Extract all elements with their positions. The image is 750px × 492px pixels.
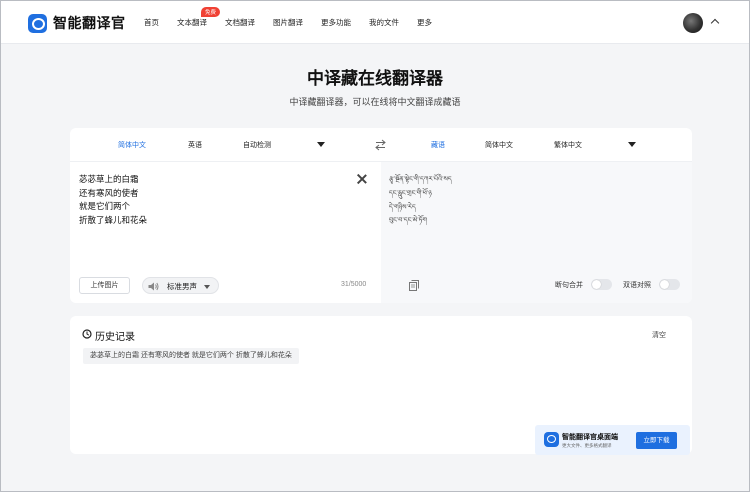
- history-title: 历史记录: [95, 332, 135, 343]
- nav-item-text-translate[interactable]: 文本翻译 免费: [177, 7, 221, 28]
- target-lang-simplified-chinese[interactable]: 简体中文: [485, 140, 513, 150]
- source-lang-english[interactable]: 英语: [188, 140, 202, 150]
- voice-selector[interactable]: 标准男声: [142, 277, 219, 294]
- target-lang-dropdown-icon[interactable]: [628, 142, 636, 147]
- swap-languages-icon[interactable]: [375, 139, 386, 151]
- nav-item-more[interactable]: 更多: [417, 17, 432, 28]
- promo-subtitle: 更大文件、更多格式翻译: [562, 443, 612, 448]
- source-pane: 苾苾草上的白霜 还有寒风的使者 就是它们两个 折散了蜂儿和花朵 上传图片 标准男…: [70, 162, 381, 303]
- history-icon: [82, 329, 92, 339]
- source-text-line: 苾苾草上的白霜: [79, 174, 139, 184]
- desktop-app-promo: 智能翻译官桌面端 更大文件、更多格式翻译 立即下载: [535, 425, 690, 455]
- nav-item-more-features[interactable]: 更多功能: [321, 17, 351, 28]
- nav-item-doc-translate[interactable]: 文档翻译: [225, 17, 255, 28]
- page-title: 中译藏在线翻译器: [307, 69, 443, 88]
- nav-item-text-translate-label: 文本翻译: [177, 18, 207, 27]
- copy-icon[interactable]: [409, 280, 419, 291]
- source-text-line: 就是它们两个: [79, 201, 131, 211]
- bilingual-toggle[interactable]: [659, 279, 680, 290]
- clear-text-icon[interactable]: [357, 174, 367, 184]
- avatar[interactable]: [683, 13, 703, 33]
- upload-image-button[interactable]: 上传图片: [79, 277, 130, 294]
- bilingual-label: 双语对照: [623, 282, 651, 289]
- voice-label: 标准男声: [167, 282, 197, 291]
- main-nav: 首页 文本翻译 免费 文档翻译 图片翻译 更多功能 我的文件 更多: [144, 1, 432, 44]
- download-button[interactable]: 立即下载: [636, 432, 677, 449]
- translation-line: དེ་གཉིས་རེད: [389, 202, 416, 211]
- page-subtitle: 中译藏翻译器，可以在线将中文翻译成藏语: [289, 97, 461, 107]
- history-item[interactable]: 苾苾草上的白霜 还有寒风的使者 就是它们两个 折散了蜂儿和花朵: [83, 348, 299, 364]
- promo-title: 智能翻译官桌面端: [562, 434, 618, 441]
- source-lang-dropdown-icon[interactable]: [317, 142, 325, 147]
- translation-output: རྩྭ་སྔོན་སྟེང་གི་དཀར་པོའི་སད དང་རླུང་གྲང…: [389, 173, 452, 228]
- merge-sentences-toggle[interactable]: [591, 279, 612, 290]
- target-lang-traditional-chinese[interactable]: 繁体中文: [554, 140, 582, 150]
- merge-sentences-label: 断句合并: [555, 282, 583, 289]
- language-bar: 简体中文 英语 自动检测 藏语 简体中文 繁体中文: [70, 128, 692, 162]
- target-lang-tibetan[interactable]: 藏语: [431, 140, 445, 150]
- translation-line: རྩྭ་སྔོན་སྟེང་གི་དཀར་པོའི་སད: [389, 175, 452, 183]
- top-header: 智能翻译官 首页 文本翻译 免费 文档翻译 图片翻译 更多功能 我的文件 更多: [1, 1, 749, 44]
- source-text-line: 折散了蜂儿和花朵: [79, 214, 148, 225]
- target-pane: རྩྭ་སྔོན་སྟེང་གི་དཀར་པོའི་སད དང་རླུང་གྲང…: [381, 162, 692, 303]
- source-text-input[interactable]: 苾苾草上的白霜 还有寒风的使者 就是它们两个 折散了蜂儿和花朵: [79, 173, 147, 227]
- chevron-down-icon: [204, 285, 210, 289]
- app-name: 智能翻译官: [53, 15, 126, 31]
- translation-line: བུང་བ་དང་མེ་ཏོག: [389, 216, 427, 225]
- source-text-line: 还有寒风的使者: [79, 187, 139, 198]
- speaker-icon: [148, 282, 159, 291]
- app-logo-icon: [28, 13, 47, 33]
- app-logo[interactable]: 智能翻译官: [28, 13, 126, 33]
- chevron-up-icon[interactable]: [710, 18, 720, 28]
- translator-card: 简体中文 英语 自动检测 藏语 简体中文 繁体中文 苾苾草上的白霜 还有寒风的使…: [70, 128, 692, 303]
- source-lang-auto-detect[interactable]: 自动检测: [243, 140, 271, 150]
- translation-line: དང་རླུང་གྲང་གི་ཕོ་ཉ: [389, 188, 432, 197]
- nav-item-image-translate[interactable]: 图片翻译: [273, 17, 303, 28]
- free-badge: 免费: [201, 7, 221, 17]
- char-count: 31/5000: [341, 281, 367, 288]
- nav-item-home[interactable]: 首页: [144, 17, 159, 28]
- clear-history-button[interactable]: 清空: [652, 330, 666, 340]
- desktop-app-logo-icon: [544, 432, 559, 447]
- source-lang-simplified-chinese[interactable]: 简体中文: [118, 140, 146, 150]
- nav-item-my-files[interactable]: 我的文件: [369, 17, 399, 28]
